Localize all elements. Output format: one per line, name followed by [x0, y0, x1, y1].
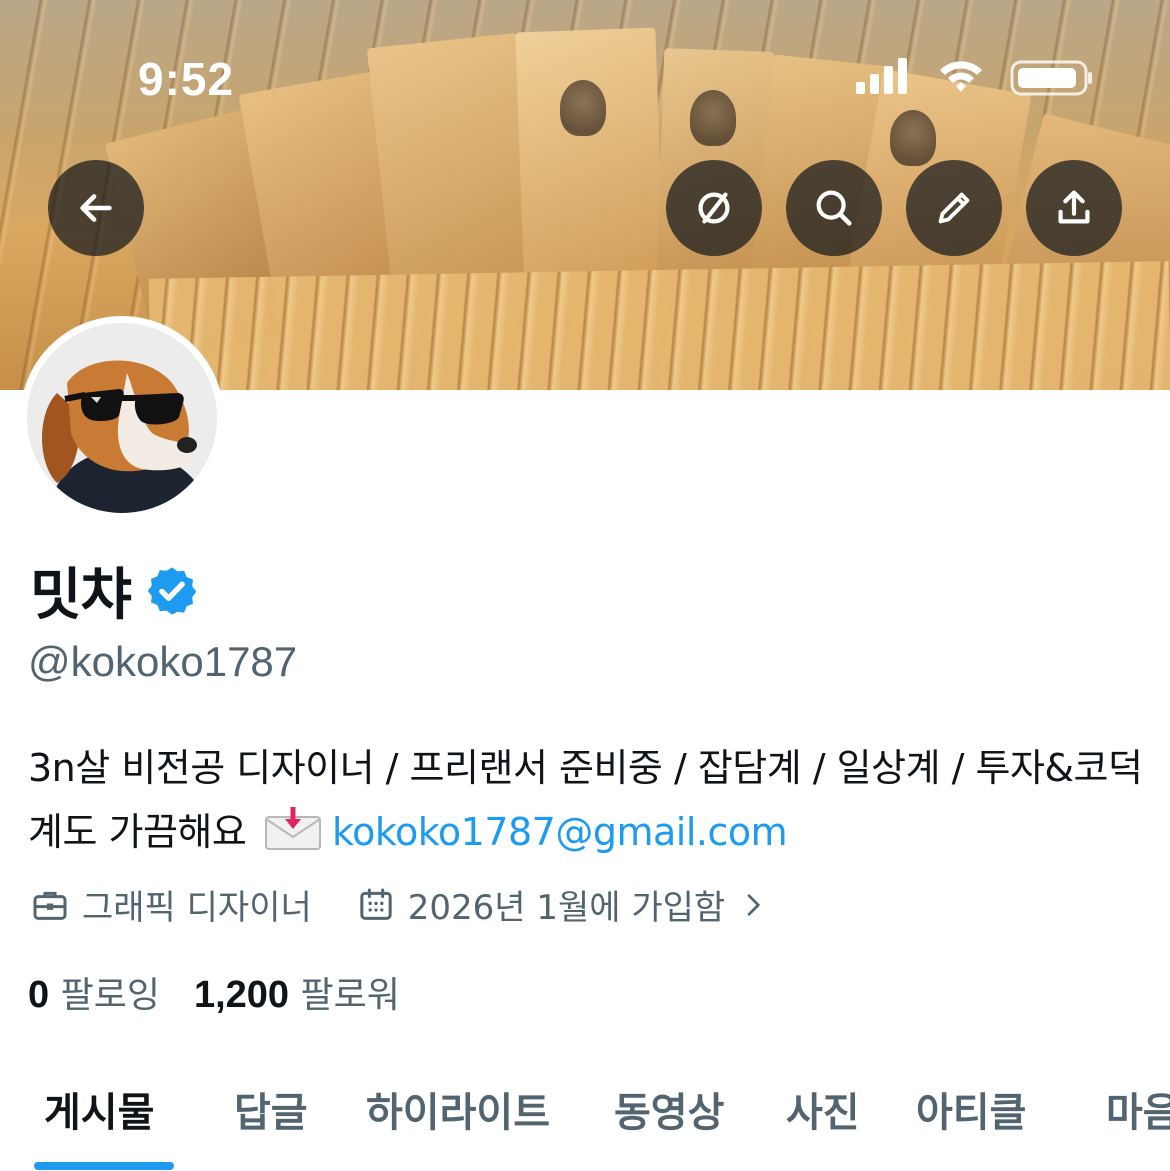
- search-button[interactable]: [786, 160, 882, 256]
- share-icon: [1058, 190, 1090, 224]
- profile-joined[interactable]: 2026년 1월에 가입함: [356, 880, 769, 929]
- avatar-image: [27, 323, 217, 513]
- followers-link[interactable]: 1,200 팔로워: [194, 966, 400, 1018]
- profile-category: 그래픽 디자이너: [30, 880, 312, 929]
- calendar-icon: [360, 888, 392, 920]
- chevron-right-icon: [747, 893, 760, 916]
- profile-meta: 그래픽 디자이너 2026년 1월에 가입함: [30, 880, 813, 929]
- briefcase-icon: [33, 891, 67, 920]
- bio-email-link[interactable]: kokoko1787@gmail.com: [332, 810, 788, 854]
- followers-label: 팔로워: [300, 975, 400, 1016]
- follow-stats: 0 팔로잉 1,200 팔로워: [28, 966, 400, 1018]
- banner-money-bundle: [515, 27, 665, 303]
- arrow-left-icon: [80, 194, 112, 222]
- grok-button[interactable]: [666, 160, 762, 256]
- display-name-row: 밋챠: [30, 550, 199, 631]
- tab-likes[interactable]: 마음: [1106, 1080, 1170, 1138]
- share-button[interactable]: [1026, 160, 1122, 256]
- tab-posts[interactable]: 게시물: [44, 1080, 154, 1138]
- verified-badge-icon[interactable]: [145, 564, 199, 618]
- banner-banknote-portrait: [890, 110, 936, 166]
- tab-highlights[interactable]: 하이라이트: [366, 1080, 550, 1138]
- following-count: 0: [28, 974, 50, 1016]
- edit-button[interactable]: [906, 160, 1002, 256]
- profile-category-label: 그래픽 디자이너: [82, 888, 312, 928]
- profile-joined-label: 2026년 1월에 가입함: [407, 888, 726, 928]
- tab-articles[interactable]: 아티클: [916, 1080, 1026, 1138]
- circle-slash-icon: [698, 192, 730, 224]
- status-icons: [856, 56, 1096, 100]
- profile-handle: @kokoko1787: [28, 638, 298, 685]
- pencil-icon: [938, 192, 970, 224]
- profile-tabs: 게시물 답글 하이라이트 동영상 사진 아티클 마음: [0, 1070, 1170, 1171]
- tab-replies[interactable]: 답글: [234, 1080, 308, 1138]
- followers-count: 1,200: [193, 974, 290, 1016]
- status-time: 9:52: [138, 53, 235, 105]
- display-name: 밋챠: [30, 563, 132, 628]
- banner-banknote-portrait: [690, 90, 736, 146]
- profile-bio: 3n살 비전공 디자이너 / 프리랜서 준비중 / 잡담계 / 일상계 / 투자…: [28, 736, 1148, 864]
- beagle-sunglasses-avatar: [27, 323, 217, 513]
- search-icon: [816, 190, 852, 226]
- following-link[interactable]: 0 팔로잉: [28, 966, 160, 1018]
- envelope-with-arrow-icon: [264, 807, 321, 850]
- banner-banknote-portrait: [560, 80, 606, 136]
- active-tab-indicator: [34, 1162, 174, 1170]
- back-button[interactable]: [48, 160, 144, 256]
- tab-photos[interactable]: 사진: [786, 1080, 860, 1138]
- following-label: 팔로잉: [60, 975, 160, 1016]
- banner-money-fan: [148, 261, 1170, 390]
- tab-videos[interactable]: 동영상: [614, 1080, 724, 1138]
- signal-wifi-battery-icon: [856, 58, 1092, 96]
- profile-avatar[interactable]: [20, 316, 224, 520]
